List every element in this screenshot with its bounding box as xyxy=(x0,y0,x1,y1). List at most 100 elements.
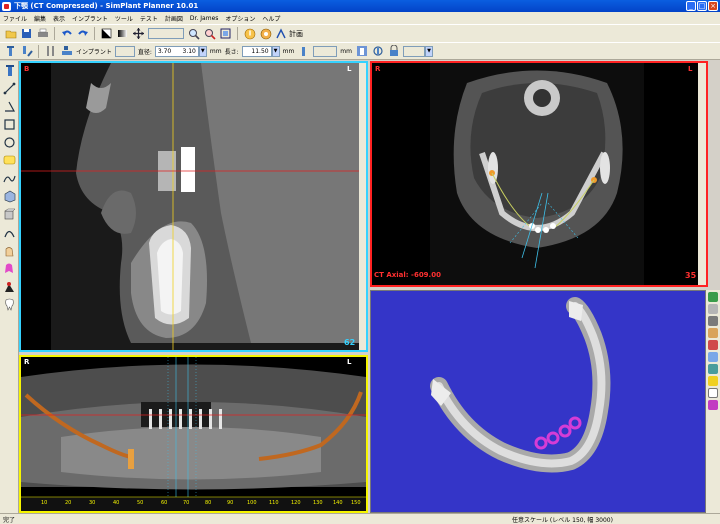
diameter-unit: mm xyxy=(209,47,222,55)
view-gray-icon[interactable] xyxy=(708,304,718,314)
implant-angle-icon[interactable] xyxy=(20,45,33,58)
print-icon[interactable] xyxy=(36,27,49,40)
angle-measure-icon[interactable] xyxy=(2,99,17,114)
menu-view[interactable]: 表示 xyxy=(53,14,65,23)
nerve-tracing-icon[interactable] xyxy=(2,225,17,240)
toolbar-separator xyxy=(38,44,39,58)
menu-help[interactable]: ヘルプ xyxy=(262,14,280,23)
zoom-in-icon[interactable] xyxy=(187,27,200,40)
implant-purple-icon[interactable] xyxy=(708,400,718,410)
disabled-select xyxy=(148,28,184,39)
chevron-down-icon[interactable]: ▼ xyxy=(271,45,280,57)
tooth-color-icon[interactable] xyxy=(2,261,17,276)
redo-icon[interactable] xyxy=(76,27,89,40)
menu-plan[interactable]: 計画図 xyxy=(165,14,183,23)
open-folder-icon[interactable] xyxy=(4,27,17,40)
menu-options[interactable]: オプション xyxy=(225,14,255,23)
rotate-view-icon[interactable] xyxy=(708,352,718,362)
tooth-icon[interactable] xyxy=(2,297,17,312)
rotate-implant-icon[interactable] xyxy=(371,45,384,58)
fit-window-icon[interactable] xyxy=(219,27,232,40)
slice-number: 62 xyxy=(344,338,356,347)
axial-position-label: CT Axial: -609.00 xyxy=(374,271,441,279)
diameter-value-2: 3.10 xyxy=(182,47,196,55)
settings-icon[interactable] xyxy=(259,27,272,40)
annotation-icon[interactable] xyxy=(2,153,17,168)
maximize-button[interactable]: □ xyxy=(697,1,707,11)
lock-implant-icon[interactable] xyxy=(387,45,400,58)
offset-unit: mm xyxy=(340,47,352,55)
main-toolbar: 計画 xyxy=(0,24,720,42)
info-icon[interactable] xyxy=(243,27,256,40)
volume-icon[interactable] xyxy=(2,207,17,222)
length-value: 11.50 xyxy=(241,45,272,57)
orientation-r: R xyxy=(24,358,30,366)
menu-file[interactable]: ファイル xyxy=(3,14,27,23)
implant-small-icon[interactable] xyxy=(297,45,310,58)
pan-icon[interactable] xyxy=(132,27,145,40)
camera-icon[interactable] xyxy=(708,316,718,326)
3d-view[interactable] xyxy=(370,290,706,513)
segmentation-icon[interactable] xyxy=(2,189,17,204)
implant-place-icon[interactable] xyxy=(2,63,17,78)
left-tool-palette xyxy=(0,61,19,513)
menu-user[interactable]: Dr. James xyxy=(190,15,218,22)
ruler-tick-label: 80 xyxy=(205,500,212,506)
density-profile-icon[interactable] xyxy=(2,171,17,186)
length-select[interactable]: 11.50 ▼ xyxy=(241,45,280,57)
light-icon[interactable] xyxy=(708,376,718,386)
ruler-tick-label: 120 xyxy=(291,500,301,506)
ellipse-tool-icon[interactable] xyxy=(2,135,17,150)
grayscale-icon[interactable] xyxy=(116,27,129,40)
axial-view[interactable]: R L CT Axial: -609.00 35 xyxy=(370,61,708,287)
contrast-icon[interactable] xyxy=(100,27,113,40)
save-icon[interactable] xyxy=(20,27,33,40)
ruler-tick-label: 140 xyxy=(333,500,343,506)
ruler-tick-label: 90 xyxy=(227,500,234,506)
ruler-tick-label: 50 xyxy=(137,500,144,506)
zoom-out-icon[interactable] xyxy=(203,27,216,40)
app-icon[interactable] xyxy=(2,1,11,11)
plan-button[interactable]: 計画 xyxy=(275,27,303,40)
diameter-select[interactable]: 3.70 3.10 ▼ xyxy=(154,45,207,57)
length-label: 長さ: xyxy=(224,48,239,56)
orientation-r: R xyxy=(375,65,381,73)
minimize-button[interactable]: _ xyxy=(686,1,696,11)
undo-icon[interactable] xyxy=(60,27,73,40)
panoramic-view[interactable]: R L 10 20 30 40 50 60 70 80 90 100 110 1… xyxy=(19,355,368,513)
implant-tool-icon[interactable] xyxy=(4,45,17,58)
orientation-l: L xyxy=(347,65,352,73)
chevron-down-icon[interactable]: ▼ xyxy=(198,45,207,57)
rectangle-tool-icon[interactable] xyxy=(2,117,17,132)
implant-label: インプラント xyxy=(76,48,112,56)
3d-mandible-model xyxy=(371,291,705,512)
toolbar-separator xyxy=(54,27,55,40)
surface-icon[interactable] xyxy=(708,328,718,338)
tooth-red-icon[interactable] xyxy=(708,340,718,350)
ruler-tick-label: 130 xyxy=(313,500,323,506)
ruler-tick-label: 30 xyxy=(89,500,96,506)
implant-library-icon[interactable] xyxy=(355,45,368,58)
menu-edit[interactable]: 編集 xyxy=(34,14,46,23)
length-unit: mm xyxy=(282,47,295,55)
distance-measure-icon[interactable] xyxy=(2,81,17,96)
parallel-icon[interactable] xyxy=(44,45,57,58)
hand-icon[interactable] xyxy=(2,243,17,258)
menu-tools[interactable]: ツール xyxy=(115,14,133,23)
ruler-tick-label: 100 xyxy=(247,500,257,506)
close-button[interactable]: × xyxy=(708,1,718,11)
menu-implant[interactable]: インプラント xyxy=(72,14,108,23)
orientation-l: L xyxy=(347,358,352,366)
sagittal-view[interactable]: B L 62 xyxy=(19,61,368,352)
plan-icon xyxy=(276,27,286,38)
title-bar: 下顎 (CT Compressed) - SimPlant Planner 10… xyxy=(0,0,720,12)
white-icon[interactable] xyxy=(708,388,718,398)
abutment-icon[interactable] xyxy=(60,45,73,58)
implant-color-select[interactable]: ▼ xyxy=(403,45,433,57)
scanner-icon[interactable] xyxy=(2,279,17,294)
menu-test[interactable]: テスト xyxy=(140,14,158,23)
layer-green-icon[interactable] xyxy=(708,292,718,302)
chevron-down-icon[interactable]: ▼ xyxy=(425,45,433,57)
clip-icon[interactable] xyxy=(708,364,718,374)
right-tool-palette xyxy=(706,290,720,513)
